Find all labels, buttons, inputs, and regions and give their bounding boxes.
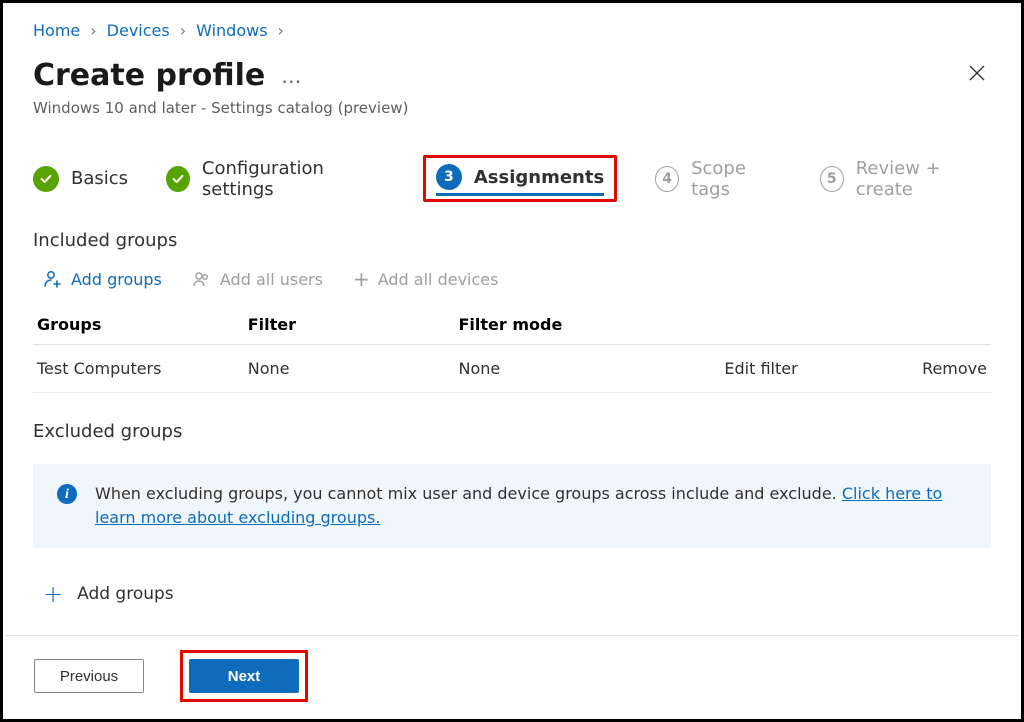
included-groups-heading: Included groups	[33, 230, 991, 251]
page-subtitle: Windows 10 and later - Settings catalog …	[33, 99, 991, 117]
add-excluded-groups-button[interactable]: + Add groups	[33, 582, 991, 606]
highlight-annotation: Next	[180, 650, 308, 702]
wizard-step-label: Configuration settings	[202, 158, 385, 200]
chevron-right-icon: ›	[180, 21, 186, 40]
edit-filter-link[interactable]: Edit filter	[665, 345, 857, 393]
checkmark-icon	[33, 166, 59, 192]
wizard-step-configuration-settings[interactable]: Configuration settings	[166, 158, 385, 200]
action-label: Add groups	[71, 270, 162, 289]
breadcrumb-home[interactable]: Home	[33, 21, 80, 40]
chevron-right-icon: ›	[90, 21, 96, 40]
col-filter-mode: Filter mode	[455, 305, 666, 345]
add-all-devices-button[interactable]: + Add all devices	[353, 269, 499, 289]
cell-filter: None	[244, 345, 455, 393]
wizard-step-label: Scope tags	[691, 158, 782, 200]
more-options-icon[interactable]: …	[281, 64, 303, 88]
breadcrumb: Home › Devices › Windows ›	[33, 21, 991, 40]
chevron-right-icon: ›	[278, 21, 284, 40]
cell-filter-mode: None	[455, 345, 666, 393]
close-icon[interactable]	[963, 59, 991, 92]
highlight-annotation: 3 Assignments	[423, 155, 617, 202]
wizard-step-label: Basics	[71, 168, 128, 189]
add-groups-button[interactable]: Add groups	[43, 269, 162, 289]
wizard-step-label: Assignments	[474, 167, 604, 188]
wizard-footer: Previous Next	[6, 635, 1018, 716]
plus-icon: +	[43, 582, 63, 606]
action-label: Add groups	[77, 584, 174, 604]
breadcrumb-windows[interactable]: Windows	[196, 21, 267, 40]
wizard-step-label: Review + create	[856, 158, 991, 200]
checkmark-icon	[166, 166, 190, 192]
wizard-step-review-create[interactable]: 5 Review + create	[820, 158, 991, 200]
next-button[interactable]: Next	[189, 659, 299, 693]
col-groups: Groups	[33, 305, 244, 345]
action-label: Add all devices	[378, 270, 499, 289]
breadcrumb-devices[interactable]: Devices	[107, 21, 170, 40]
page-title: Create profile	[33, 58, 265, 93]
plus-icon: +	[353, 269, 370, 289]
included-groups-table: Groups Filter Filter mode Test Computers…	[33, 305, 991, 393]
info-box: i When excluding groups, you cannot mix …	[33, 464, 991, 548]
wizard-step-assignments[interactable]: 3 Assignments	[436, 164, 604, 190]
previous-button[interactable]: Previous	[34, 659, 144, 693]
col-filter: Filter	[244, 305, 455, 345]
remove-link[interactable]: Remove	[857, 345, 991, 393]
action-label: Add all users	[220, 270, 323, 289]
step-number-icon: 5	[820, 166, 844, 192]
step-number-icon: 3	[436, 164, 462, 190]
info-icon: i	[57, 484, 77, 504]
wizard-step-scope-tags[interactable]: 4 Scope tags	[655, 158, 782, 200]
people-icon	[192, 269, 212, 289]
info-text: When excluding groups, you cannot mix us…	[95, 484, 842, 503]
excluded-groups-heading: Excluded groups	[33, 421, 991, 442]
step-number-icon: 4	[655, 166, 679, 192]
table-row: Test Computers None None Edit filter Rem…	[33, 345, 991, 393]
add-all-users-button[interactable]: Add all users	[192, 269, 323, 289]
wizard-steps: Basics Configuration settings 3 Assignme…	[33, 155, 991, 202]
person-add-icon	[43, 269, 63, 289]
cell-group: Test Computers	[33, 345, 244, 393]
wizard-step-basics[interactable]: Basics	[33, 166, 128, 192]
